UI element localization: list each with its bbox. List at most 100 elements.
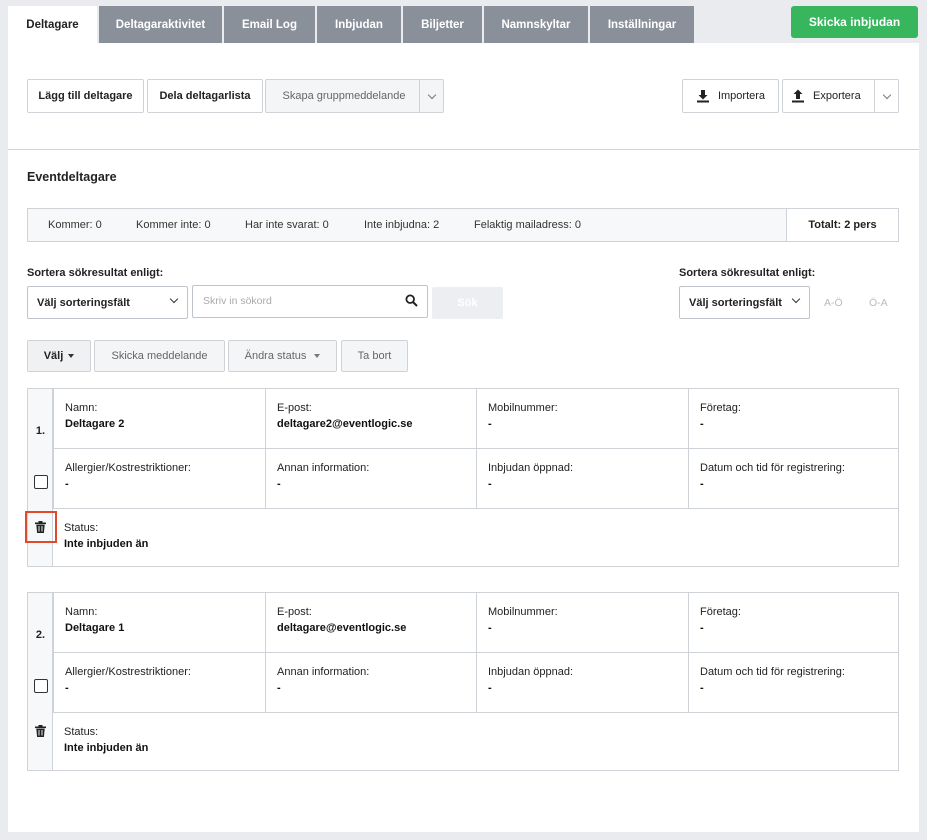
delete-button[interactable]: Ta bort	[341, 340, 408, 372]
stats-bar: Kommer: 0 Kommer inte: 0 Har inte svarat…	[27, 208, 899, 242]
field-label: Företag:	[700, 402, 741, 414]
field-label: Inbjudan öppnad:	[488, 666, 574, 678]
participant-record: 2. Namn: Deltagare 1 E-post: deltagare@e…	[27, 592, 899, 771]
field-name: Namn: Deltagare 1	[53, 593, 265, 652]
field-value: -	[700, 418, 704, 430]
stat-not-invited: Inte inbjudna: 2	[364, 219, 440, 231]
field-value: -	[277, 478, 281, 490]
field-value: -	[277, 682, 281, 694]
field-value: -	[65, 682, 69, 694]
tab-inbjudan[interactable]: Inbjudan	[317, 6, 401, 43]
record-checkbox[interactable]	[34, 679, 48, 693]
add-participant-button[interactable]: Lägg till deltagare	[27, 79, 144, 113]
field-company: Företag: -	[688, 389, 899, 448]
field-company: Företag: -	[688, 593, 899, 652]
section-title: Eventdeltagare	[27, 170, 117, 184]
field-value: -	[488, 622, 492, 634]
field-value: Deltagare 2	[65, 418, 125, 430]
export-label: Exportera	[813, 90, 861, 102]
sort-select-right[interactable]: Välj sorteringsfält	[679, 286, 810, 319]
tab-bar: Deltagare Deltagaraktivitet Email Log In…	[8, 6, 696, 43]
export-dropdown[interactable]: Exportera	[782, 79, 899, 113]
status-value: Inte inbjuden än	[64, 538, 149, 550]
field-label: Annan information:	[277, 666, 370, 678]
caret-down-icon	[314, 354, 321, 358]
change-status-button[interactable]: Ändra status	[228, 340, 337, 372]
record-checkbox[interactable]	[34, 475, 48, 489]
export-caret[interactable]	[874, 80, 898, 112]
caret-down-icon	[68, 354, 75, 358]
field-allergies: Allergier/Kostrestriktioner: -	[53, 449, 265, 508]
stat-not-coming: Kommer inte: 0	[136, 219, 211, 231]
search-field[interactable]	[192, 285, 428, 318]
field-mobile: Mobilnummer: -	[476, 593, 688, 652]
field-label: Datum och tid för registrering:	[700, 462, 845, 474]
import-button[interactable]: Importera	[682, 79, 779, 113]
field-value: -	[65, 478, 69, 490]
search-icon[interactable]	[405, 294, 418, 307]
field-registration-time: Datum och tid för registrering: -	[688, 653, 899, 712]
participant-record: 1. Namn: Deltagare 2 E-post: deltagare2@…	[25, 388, 899, 567]
record-number: 1.	[35, 425, 46, 437]
send-message-button[interactable]: Skicka meddelande	[94, 340, 225, 372]
field-value: deltagare2@eventlogic.se	[277, 418, 413, 430]
share-list-button[interactable]: Dela deltagarlista	[147, 79, 263, 113]
sort-label-right: Sortera sökresultat enligt:	[679, 267, 816, 279]
field-mobile: Mobilnummer: -	[476, 389, 688, 448]
sort-select-left[interactable]: Välj sorteringsfält	[27, 286, 188, 319]
sort-az-link[interactable]: A-Ö	[824, 297, 843, 309]
tab-installningar[interactable]: Inställningar	[590, 6, 694, 43]
field-label: E-post:	[277, 606, 312, 618]
stat-coming: Kommer: 0	[48, 219, 102, 231]
field-value: Deltagare 1	[65, 622, 125, 634]
field-label: Namn:	[65, 402, 98, 414]
field-label: Företag:	[700, 606, 741, 618]
field-value: deltagare@eventlogic.se	[277, 622, 407, 634]
search-button[interactable]: Sök	[432, 287, 503, 319]
field-invite-opened: Inbjudan öppnad: -	[476, 653, 688, 712]
trash-icon[interactable]	[35, 521, 46, 533]
field-name: Namn: Deltagare 2	[53, 389, 265, 448]
tab-email-log[interactable]: Email Log	[224, 6, 315, 43]
field-value: -	[488, 418, 492, 430]
stat-bad-email: Felaktig mailadress: 0	[474, 219, 581, 231]
field-value: -	[700, 478, 704, 490]
tab-deltagare[interactable]: Deltagare	[8, 6, 97, 43]
field-other-info: Annan information: -	[265, 653, 476, 712]
send-invite-button[interactable]: Skicka inbjudan	[791, 6, 918, 38]
field-label: Datum och tid för registrering:	[700, 666, 845, 678]
field-other-info: Annan information: -	[265, 449, 476, 508]
field-label: Annan information:	[277, 462, 370, 474]
field-label: E-post:	[277, 402, 312, 414]
chevron-down-icon	[791, 294, 801, 304]
stat-total: Totalt: 2 pers	[786, 209, 898, 241]
field-invite-opened: Inbjudan öppnad: -	[476, 449, 688, 508]
record-number: 2.	[35, 629, 46, 641]
group-message-label: Skapa gruppmeddelande	[282, 90, 406, 102]
field-allergies: Allergier/Kostrestriktioner: -	[53, 653, 265, 712]
field-registration-time: Datum och tid för registrering: -	[688, 449, 899, 508]
field-label: Mobilnummer:	[488, 402, 558, 414]
import-label: Importera	[717, 90, 766, 102]
group-message-dropdown[interactable]: Skapa gruppmeddelande	[265, 79, 444, 113]
select-dropdown-button[interactable]: Välj	[27, 340, 91, 372]
field-email: E-post: deltagare2@eventlogic.se	[265, 389, 476, 448]
tab-deltagaraktivitet[interactable]: Deltagaraktivitet	[99, 6, 222, 43]
tab-biljetter[interactable]: Biljetter	[403, 6, 482, 43]
search-input[interactable]	[201, 286, 391, 316]
group-message-caret[interactable]	[419, 80, 443, 112]
status-value: Inte inbjuden än	[64, 742, 149, 754]
field-label: Allergier/Kostrestriktioner:	[65, 666, 191, 678]
field-value: -	[488, 478, 492, 490]
select-label: Välj	[43, 350, 64, 362]
tab-namnskyltar[interactable]: Namnskyltar	[484, 6, 588, 43]
sort-select-right-value: Välj sorteringsfält	[689, 296, 782, 309]
download-icon	[696, 90, 709, 103]
field-label: Namn:	[65, 606, 98, 618]
sort-label-left: Sortera sökresultat enligt:	[27, 267, 164, 279]
trash-icon[interactable]	[35, 725, 46, 737]
field-label: Inbjudan öppnad:	[488, 462, 574, 474]
main-panel: Lägg till deltagare Dela deltagarlista S…	[8, 43, 919, 832]
sort-za-link[interactable]: Ö-A	[869, 297, 888, 309]
field-value: -	[488, 682, 492, 694]
